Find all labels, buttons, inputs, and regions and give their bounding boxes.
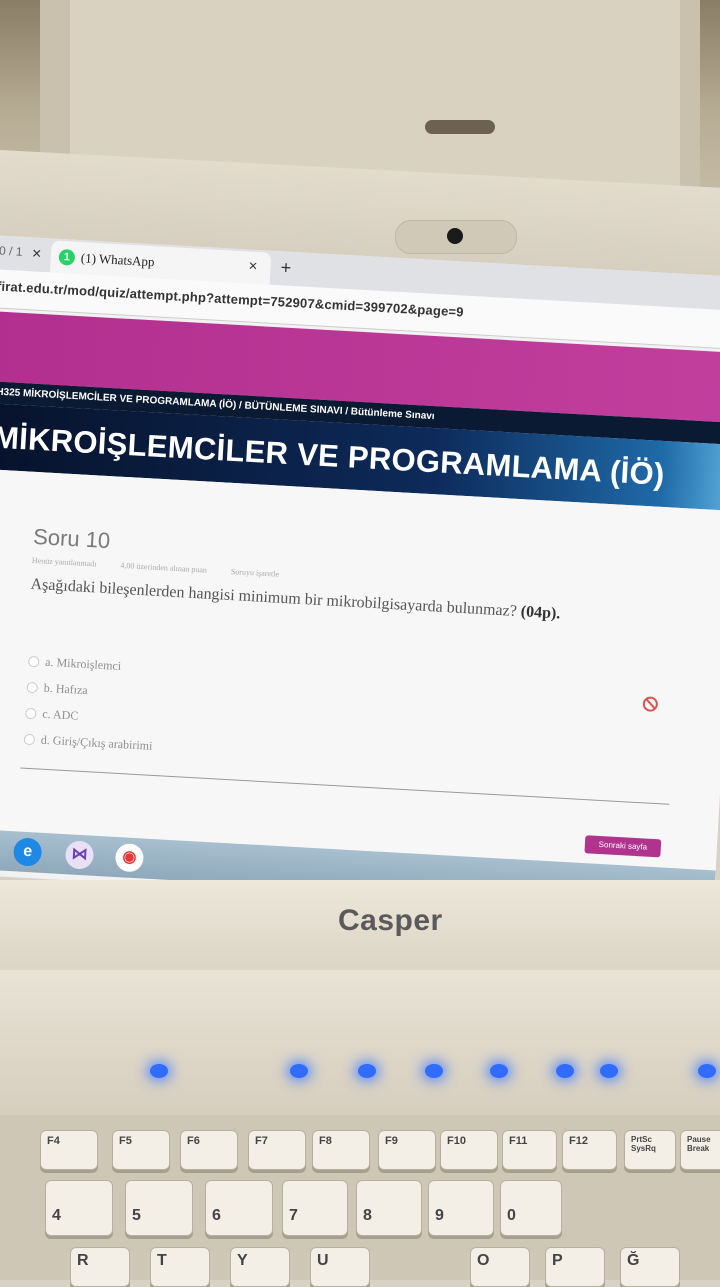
- led-indicator-icon: [358, 1064, 376, 1078]
- visual-studio-icon[interactable]: ⋈: [64, 840, 95, 870]
- option-label: a. Mikroişlemci: [44, 654, 122, 673]
- incorrect-icon: [642, 696, 659, 712]
- key-u[interactable]: U: [310, 1247, 370, 1287]
- key-t[interactable]: T: [150, 1247, 210, 1287]
- tab-counter: 0 / 1: [0, 243, 23, 259]
- led-indicator-icon: [150, 1064, 168, 1078]
- radio-button[interactable]: [27, 655, 40, 667]
- key-f10[interactable]: F10: [440, 1130, 498, 1170]
- quiz-content: Soru 10 Henüz yanıtlanmadı 4,00 üzerinde…: [0, 468, 720, 871]
- key-f4[interactable]: F4: [40, 1130, 98, 1170]
- next-page-button[interactable]: Sonraki sayfa: [584, 835, 662, 858]
- led-indicator-icon: [698, 1064, 716, 1078]
- key-g-breve[interactable]: Ğ: [620, 1247, 680, 1287]
- key-f9[interactable]: F9: [378, 1130, 436, 1170]
- option-label: b. Hafıza: [43, 680, 89, 697]
- question-status: Henüz yanıtlanmadı: [31, 555, 97, 569]
- divider: [20, 767, 670, 805]
- key-f11[interactable]: F11: [502, 1130, 557, 1170]
- led-indicator-icon: [425, 1064, 443, 1078]
- question-prompt: Aşağıdaki bileşenlerden hangisi minimum …: [30, 575, 518, 620]
- edge-icon[interactable]: e: [12, 837, 43, 867]
- whatsapp-icon: 1: [58, 248, 76, 266]
- key-4[interactable]: 4: [45, 1180, 113, 1236]
- key-8[interactable]: 8: [356, 1180, 422, 1236]
- answer-options: a. Mikroişlemci b. Hafıza c. ADC d. Giri…: [23, 648, 157, 759]
- key-y[interactable]: Y: [230, 1247, 290, 1287]
- key-9[interactable]: 9: [428, 1180, 494, 1236]
- laptop-screen: 0 / 1 × 1 (1) WhatsApp × + .firat.edu.tr…: [0, 235, 720, 917]
- key-0[interactable]: 0: [500, 1180, 562, 1236]
- option-label: d. Giriş/Çıkış arabirimi: [40, 732, 153, 753]
- key-7[interactable]: 7: [282, 1180, 348, 1236]
- chrome-icon[interactable]: ◉: [114, 842, 145, 873]
- door-handle: [425, 120, 495, 134]
- radio-button[interactable]: [25, 707, 37, 719]
- led-indicator-icon: [556, 1064, 574, 1078]
- key-f8[interactable]: F8: [312, 1130, 370, 1170]
- radio-button[interactable]: [26, 681, 39, 693]
- question-meta: Henüz yanıtlanmadı 4,00 üzerinden alınan…: [32, 556, 302, 580]
- key-p[interactable]: P: [545, 1247, 605, 1287]
- close-icon[interactable]: ×: [248, 258, 258, 275]
- key-f12[interactable]: F12: [562, 1130, 617, 1170]
- led-indicator-icon: [490, 1064, 508, 1078]
- question-points: 4,00 üzerinden alınan puan: [120, 560, 208, 575]
- question-points-tag: (04p).: [520, 603, 561, 623]
- key-5[interactable]: 5: [125, 1180, 193, 1236]
- option-label: c. ADC: [41, 706, 79, 723]
- keyboard: F4 F5 F6 F7 F8 F9 F10 F11 F12 PrtSc SysR…: [0, 1115, 720, 1287]
- key-prtsc[interactable]: PrtSc SysRq: [624, 1130, 676, 1170]
- key-f5[interactable]: F5: [112, 1130, 170, 1170]
- question-text: Aşağıdaki bileşenlerden hangisi minimum …: [30, 576, 561, 624]
- key-r[interactable]: R: [70, 1247, 130, 1287]
- laptop-brand-logo: Casper: [338, 904, 443, 937]
- new-tab-icon[interactable]: +: [280, 257, 292, 279]
- key-pause[interactable]: Pause Break: [680, 1130, 720, 1170]
- question-number: Soru 10: [32, 523, 111, 554]
- led-indicator-icon: [290, 1064, 308, 1078]
- led-indicator-icon: [600, 1064, 618, 1078]
- key-6[interactable]: 6: [205, 1180, 273, 1236]
- flag-question-link[interactable]: Soruyu işaretle: [231, 567, 280, 579]
- laptop-deck: [0, 970, 720, 1120]
- key-f6[interactable]: F6: [180, 1130, 238, 1170]
- key-f7[interactable]: F7: [248, 1130, 306, 1170]
- key-o[interactable]: O: [470, 1247, 530, 1287]
- tab-title: (1) WhatsApp: [80, 250, 155, 270]
- close-icon[interactable]: ×: [31, 245, 42, 263]
- webcam-icon: [447, 228, 463, 244]
- radio-button[interactable]: [23, 733, 36, 745]
